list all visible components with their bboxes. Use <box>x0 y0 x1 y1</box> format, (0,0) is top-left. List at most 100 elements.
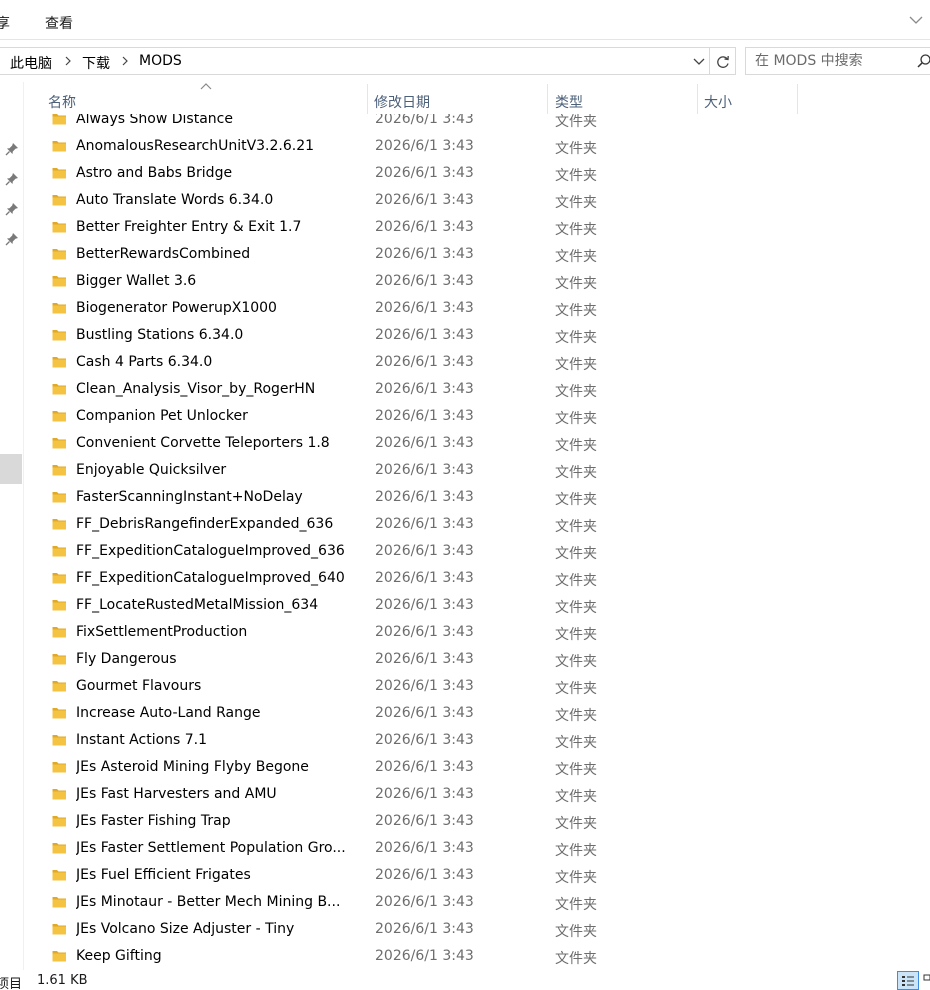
file-row[interactable]: JEs Minotaur - Better Mech Mining B... 20… <box>46 890 806 917</box>
file-modified-date: 2026/6/1 3:43 <box>375 381 474 397</box>
file-modified-date: 2026/6/1 3:43 <box>375 678 474 694</box>
details-view-icon[interactable] <box>897 971 919 990</box>
file-type: 文件夹 <box>555 681 597 697</box>
file-list[interactable]: Always Show Distance 2026/6/1 3:43 文件夹 Anom… <box>24 106 930 970</box>
file-modified-date: 2026/6/1 3:43 <box>375 327 474 343</box>
file-row[interactable]: AnomalousResearchUnitV3.2.6.21 2026/6/1 3… <box>46 134 806 161</box>
file-row[interactable]: Convenient Corvette Teleporters 1.8 2026/… <box>46 431 806 458</box>
file-row[interactable]: JEs Faster Settlement Population Gro... 2… <box>46 836 806 863</box>
crumb-mods[interactable]: MODS <box>139 53 182 69</box>
file-row[interactable]: JEs Fast Harvesters and AMU 2026/6/1 3:43… <box>46 782 806 809</box>
file-row[interactable]: JEs Volcano Size Adjuster - Tiny 2026/6/1… <box>46 917 806 944</box>
address-bar[interactable]: 此电脑 下载 MODS <box>0 47 710 75</box>
file-row[interactable]: Increase Auto-Land Range 2026/6/1 3:43 文件夹 <box>46 701 806 728</box>
folder-icon <box>52 276 66 287</box>
file-modified-date: 2026/6/1 3:43 <box>375 408 474 424</box>
file-name: JEs Asteroid Mining Flyby Begone <box>76 759 309 775</box>
navigation-pane[interactable] <box>0 82 24 972</box>
file-modified-date: 2026/6/1 3:43 <box>375 705 474 721</box>
column-type-label: 类型 <box>555 95 583 111</box>
crumb-downloads[interactable]: 下载 <box>82 53 110 73</box>
file-type: 文件夹 <box>555 330 597 346</box>
folder-icon <box>52 168 66 179</box>
file-type: 文件夹 <box>555 627 597 643</box>
tab-share[interactable]: 享 <box>0 13 10 33</box>
file-type: 文件夹 <box>555 492 597 508</box>
file-row[interactable]: Astro and Babs Bridge 2026/6/1 3:43 文件夹 <box>46 161 806 188</box>
column-name[interactable]: 名称 <box>24 84 368 114</box>
file-row[interactable]: Keep Gifting 2026/6/1 3:43 文件夹 <box>46 944 806 970</box>
folder-icon <box>52 924 66 935</box>
crumb-this-pc[interactable]: 此电脑 <box>10 53 52 73</box>
file-modified-date: 2026/6/1 3:43 <box>375 273 474 289</box>
file-row[interactable]: Better Freighter Entry & Exit 1.7 2026/6/… <box>46 215 806 242</box>
file-type: 文件夹 <box>555 222 597 238</box>
folder-icon <box>52 303 66 314</box>
file-row[interactable]: Bigger Wallet 3.6 2026/6/1 3:43 文件夹 <box>46 269 806 296</box>
file-row[interactable]: FF_ExpeditionCatalogueImproved_640 2026/6… <box>46 566 806 593</box>
file-row[interactable]: JEs Asteroid Mining Flyby Begone 2026/6/1… <box>46 755 806 782</box>
file-type: 文件夹 <box>555 384 597 400</box>
file-type: 文件夹 <box>555 843 597 859</box>
file-modified-date: 2026/6/1 3:43 <box>375 543 474 559</box>
file-row[interactable]: FixSettlementProduction 2026/6/1 3:43 文件夹 <box>46 620 806 647</box>
file-row[interactable]: Bustling Stations 6.34.0 2026/6/1 3:43 文件夹 <box>46 323 806 350</box>
tiles-view-icon[interactable] <box>922 971 930 990</box>
file-row[interactable]: Enjoyable Quicksilver 2026/6/1 3:43 文件夹 <box>46 458 806 485</box>
file-row[interactable]: FF_ExpeditionCatalogueImproved_636 2026/6… <box>46 539 806 566</box>
search-input[interactable] <box>755 52 905 70</box>
file-row[interactable]: Auto Translate Words 6.34.0 2026/6/1 3:43… <box>46 188 806 215</box>
file-row[interactable]: JEs Faster Fishing Trap 2026/6/1 3:43 文件夹 <box>46 809 806 836</box>
search-icon[interactable] <box>916 53 930 69</box>
file-type: 文件夹 <box>555 870 597 886</box>
folder-icon <box>52 519 66 530</box>
pin-icon[interactable] <box>5 202 19 216</box>
file-name: FixSettlementProduction <box>76 624 248 640</box>
file-modified-date: 2026/6/1 3:43 <box>375 948 474 964</box>
folder-icon <box>52 870 66 881</box>
file-row[interactable]: Fly Dangerous 2026/6/1 3:43 文件夹 <box>46 647 806 674</box>
file-row[interactable]: FF_DebrisRangefinderExpanded_636 2026/6/1… <box>46 512 806 539</box>
column-size[interactable]: 大小 <box>698 84 798 114</box>
refresh-icon <box>717 55 729 68</box>
pin-icon[interactable] <box>5 172 19 186</box>
file-name: FF_ExpeditionCatalogueImproved_640 <box>76 570 345 586</box>
file-row[interactable]: FasterScanningInstant+NoDelay 2026/6/1 3:… <box>46 485 806 512</box>
file-modified-date: 2026/6/1 3:43 <box>375 759 474 775</box>
pin-icon[interactable] <box>5 232 19 246</box>
file-row[interactable]: BetterRewardsCombined 2026/6/1 3:43 文件夹 <box>46 242 806 269</box>
folder-icon <box>52 843 66 854</box>
file-type: 文件夹 <box>555 546 597 562</box>
chevron-down-icon[interactable] <box>908 12 924 28</box>
file-row[interactable]: Companion Pet Unlocker 2026/6/1 3:43 文件夹 <box>46 404 806 431</box>
column-date[interactable]: 修改日期 <box>368 84 548 114</box>
file-name: Enjoyable Quicksilver <box>76 462 227 478</box>
file-modified-date: 2026/6/1 3:43 <box>375 786 474 802</box>
nav-selected-item[interactable] <box>0 454 22 484</box>
file-modified-date: 2026/6/1 3:43 <box>375 462 474 478</box>
file-type: 文件夹 <box>555 195 597 211</box>
chevron-right-icon[interactable] <box>63 54 73 68</box>
search-box[interactable] <box>745 47 930 75</box>
folder-icon <box>52 681 66 692</box>
file-row[interactable]: Biogenerator PowerupX1000 2026/6/1 3:43 文件… <box>46 296 806 323</box>
file-name: FF_DebrisRangefinderExpanded_636 <box>76 516 334 532</box>
refresh-button[interactable] <box>710 47 736 75</box>
file-name: Auto Translate Words 6.34.0 <box>76 192 274 208</box>
chevron-right-icon[interactable] <box>120 54 130 68</box>
file-type: 文件夹 <box>555 762 597 778</box>
file-modified-date: 2026/6/1 3:43 <box>375 570 474 586</box>
file-row[interactable]: Cash 4 Parts 6.34.0 2026/6/1 3:43 文件夹 <box>46 350 806 377</box>
address-bar-row: 此电脑 下载 MODS <box>0 40 930 82</box>
file-row[interactable]: Instant Actions 7.1 2026/6/1 3:43 文件夹 <box>46 728 806 755</box>
column-type[interactable]: 类型 <box>548 84 698 114</box>
file-row[interactable]: Gourmet Flavours 2026/6/1 3:43 文件夹 <box>46 674 806 701</box>
chevron-down-icon[interactable] <box>692 56 706 68</box>
tab-view[interactable]: 查看 <box>45 13 73 33</box>
file-modified-date: 2026/6/1 3:43 <box>375 894 474 910</box>
file-row[interactable]: Clean_Analysis_Visor_by_RogerHN 2026/6/1 … <box>46 377 806 404</box>
file-row[interactable]: JEs Fuel Efficient Frigates 2026/6/1 3:43… <box>46 863 806 890</box>
file-type: 文件夹 <box>555 357 597 373</box>
file-row[interactable]: FF_LocateRustedMetalMission_634 2026/6/1 … <box>46 593 806 620</box>
pin-icon[interactable] <box>5 142 19 156</box>
